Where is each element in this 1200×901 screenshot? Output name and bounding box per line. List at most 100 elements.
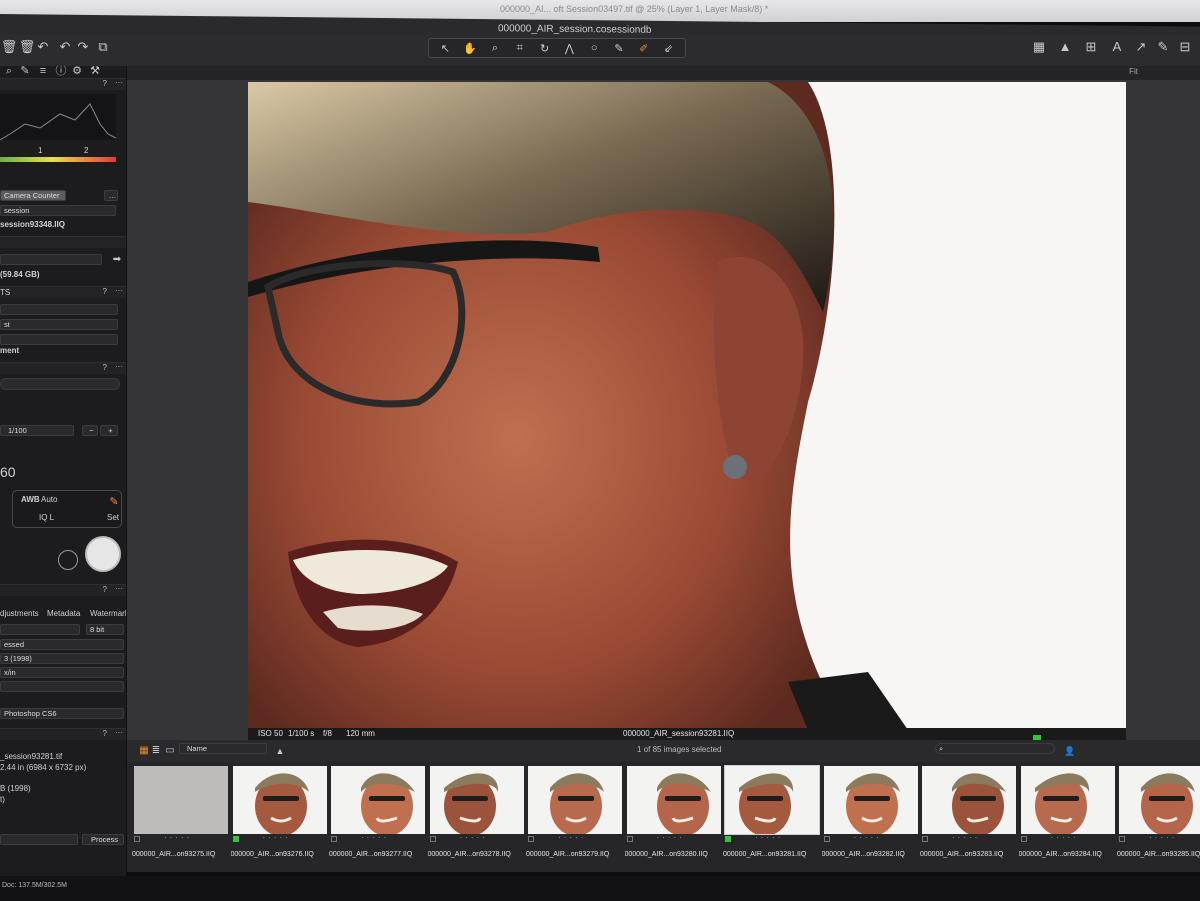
help-icon[interactable]: ?	[103, 729, 107, 738]
menu-dots-icon[interactable]: ···	[115, 78, 123, 87]
filmstrip-thumbnail[interactable]: ····· 000000_AIR...on93276.IIQ	[231, 764, 328, 862]
star-rating[interactable]: ·····	[952, 833, 980, 842]
filmstrip-thumbnail[interactable]: ····· 000000_AIR...on93277.IIQ	[329, 764, 426, 862]
thumbnail-rating[interactable]: ·····	[626, 833, 721, 844]
filmstrip-thumbnail[interactable]: ····· 000000_AIR...on93278.IIQ	[428, 764, 525, 862]
help-icon[interactable]: ?	[103, 585, 107, 594]
more-button[interactable]: …	[104, 190, 118, 201]
sort-select[interactable]: Name	[179, 743, 267, 754]
star-rating[interactable]: ·····	[361, 833, 389, 842]
plus-button[interactable]: +	[100, 425, 118, 436]
color-tag[interactable]	[429, 836, 436, 842]
color-tag[interactable]	[1020, 836, 1027, 842]
image-viewer[interactable]: ISO 50 1/100 s f/8 120 mm 000000_AIR_ses…	[127, 80, 1200, 743]
rotate-tool-icon[interactable]: ↻	[536, 42, 554, 55]
sort-direction-icon[interactable]: ▲	[271, 742, 289, 760]
focus-mask-icon[interactable]: ⊞	[1082, 38, 1100, 56]
thumbnail-rating[interactable]: ·····	[134, 833, 228, 844]
menu-dots-icon[interactable]: ···	[115, 362, 123, 371]
thumbnail-rating[interactable]: ·····	[725, 833, 819, 844]
recipe-select[interactable]	[0, 624, 80, 635]
bit-depth-select[interactable]: 8 bit	[86, 624, 124, 635]
filmstrip-thumbnail[interactable]: ····· 000000_AIR...on93282.IIQ	[822, 764, 919, 862]
set-label[interactable]: Set	[107, 513, 119, 522]
pencil-icon[interactable]: ✎	[105, 493, 123, 511]
menu-dots-icon[interactable]: ···	[115, 286, 123, 295]
color-tag[interactable]	[626, 836, 633, 842]
keystone-tool-icon[interactable]: ⋀	[560, 42, 578, 55]
redo-icon[interactable]: ↷	[74, 38, 92, 56]
browser-search-field[interactable]: ⌕	[935, 743, 1055, 754]
camera-counter-tab[interactable]: Camera Counter	[0, 190, 66, 201]
filmstrip-thumbnail[interactable]: ····· 000000_AIR...on93283.IIQ	[920, 764, 1017, 862]
storage-select[interactable]	[0, 254, 102, 265]
color-tag[interactable]	[134, 836, 140, 842]
annotations-icon[interactable]: A	[1108, 38, 1126, 56]
format-select[interactable]: st	[0, 319, 118, 330]
background-document-tab[interactable]: 000000_AI... oft Session03497.tif @ 25% …	[500, 4, 768, 14]
user-icon[interactable]: 👤	[1061, 742, 1079, 760]
search-field[interactable]	[0, 378, 120, 390]
star-rating[interactable]: ·····	[558, 833, 586, 842]
filmstrip-thumbnail[interactable]: ····· 000000_AIR...on93279.IIQ	[526, 764, 623, 862]
color-select[interactable]: essed	[0, 639, 124, 650]
proof-icon[interactable]: ↗	[1132, 38, 1150, 56]
shutter-select[interactable]: 1/100	[0, 425, 74, 436]
menu-dots-icon[interactable]: ···	[115, 728, 123, 737]
tab-metadata[interactable]: Metadata	[47, 609, 80, 618]
color-tag[interactable]	[1119, 836, 1125, 842]
process-button[interactable]: Process	[82, 834, 124, 845]
process-icon[interactable]: ⊟	[1176, 38, 1194, 56]
capture-button[interactable]	[85, 536, 121, 572]
filmstrip-thumbnail[interactable]: ····· 000000_AIR...on93285.IIQ	[1117, 764, 1200, 862]
spot-removal-icon[interactable]: ○	[585, 42, 603, 54]
color-tag[interactable]	[528, 836, 534, 842]
help-icon[interactable]: ?	[103, 363, 107, 372]
help-icon[interactable]: ?	[103, 79, 107, 88]
filmstrip-thumbnail[interactable]: ····· 000000_AIR...on93281.IIQ	[723, 764, 820, 862]
star-rating[interactable]: ·····	[263, 833, 291, 842]
star-rating[interactable]: ·····	[854, 833, 882, 842]
session-field[interactable]: session	[0, 205, 116, 216]
undo-all-icon[interactable]: ↶	[34, 38, 52, 56]
thumbnail-rating[interactable]: ·····	[1119, 833, 1200, 844]
sub-select[interactable]	[0, 334, 118, 345]
star-rating[interactable]: ·····	[1051, 833, 1079, 842]
filmstrip[interactable]: ····· 000000_AIR...on93275.IIQ ····· 000000…	[127, 762, 1200, 872]
color-tag[interactable]	[725, 836, 731, 842]
filmstrip-thumbnail[interactable]: ····· 000000_AIR...on93275.IIQ	[132, 764, 229, 862]
apply-adjustments-icon[interactable]: ⇙	[660, 42, 678, 55]
exposure-warning-icon[interactable]: ▲	[1056, 38, 1074, 56]
help-icon[interactable]: ?	[103, 287, 107, 296]
thumbnail-rating[interactable]: ·····	[232, 833, 327, 844]
filmstrip-view-icon[interactable]: ▭	[161, 742, 179, 760]
main-photo[interactable]	[248, 82, 1126, 730]
scale-select[interactable]	[0, 681, 124, 692]
thumbnail-rating[interactable]: ·····	[429, 833, 524, 844]
grid-view-icon[interactable]: ▦	[1030, 38, 1048, 56]
video-capture-button[interactable]	[58, 550, 78, 570]
thumbnail-rating[interactable]: ·····	[823, 833, 918, 844]
menu-dots-icon[interactable]: ···	[115, 584, 123, 593]
thumbnail-rating[interactable]: ·····	[528, 833, 622, 844]
color-tag[interactable]	[331, 836, 337, 842]
naming-select[interactable]	[0, 304, 118, 315]
star-rating[interactable]: ·····	[164, 833, 192, 842]
tab-adjustments[interactable]: djustments	[0, 609, 39, 618]
color-tag[interactable]	[232, 836, 239, 842]
color-tag[interactable]	[922, 836, 928, 842]
minus-button[interactable]: −	[82, 425, 98, 436]
color-tag[interactable]	[823, 836, 830, 842]
thumbnail-rating[interactable]: ·····	[331, 833, 425, 844]
open-with-select[interactable]: Photoshop CS6	[0, 708, 124, 719]
pan-tool-icon[interactable]: ✋	[461, 42, 479, 55]
star-rating[interactable]: ·····	[657, 833, 685, 842]
resolution-select[interactable]: x/in	[0, 667, 124, 678]
fit-label[interactable]: Fit	[1129, 67, 1138, 76]
filmstrip-thumbnail[interactable]: ····· 000000_AIR...on93284.IIQ	[1019, 764, 1116, 862]
crop-tool-icon[interactable]: ⌗	[511, 42, 529, 55]
star-rating[interactable]: ·····	[755, 833, 783, 842]
edit-icon[interactable]: ✎	[1154, 38, 1172, 56]
arrow-right-icon[interactable]: ➡	[108, 251, 126, 269]
filmstrip-thumbnail[interactable]: ····· 000000_AIR...on93280.IIQ	[625, 764, 722, 862]
